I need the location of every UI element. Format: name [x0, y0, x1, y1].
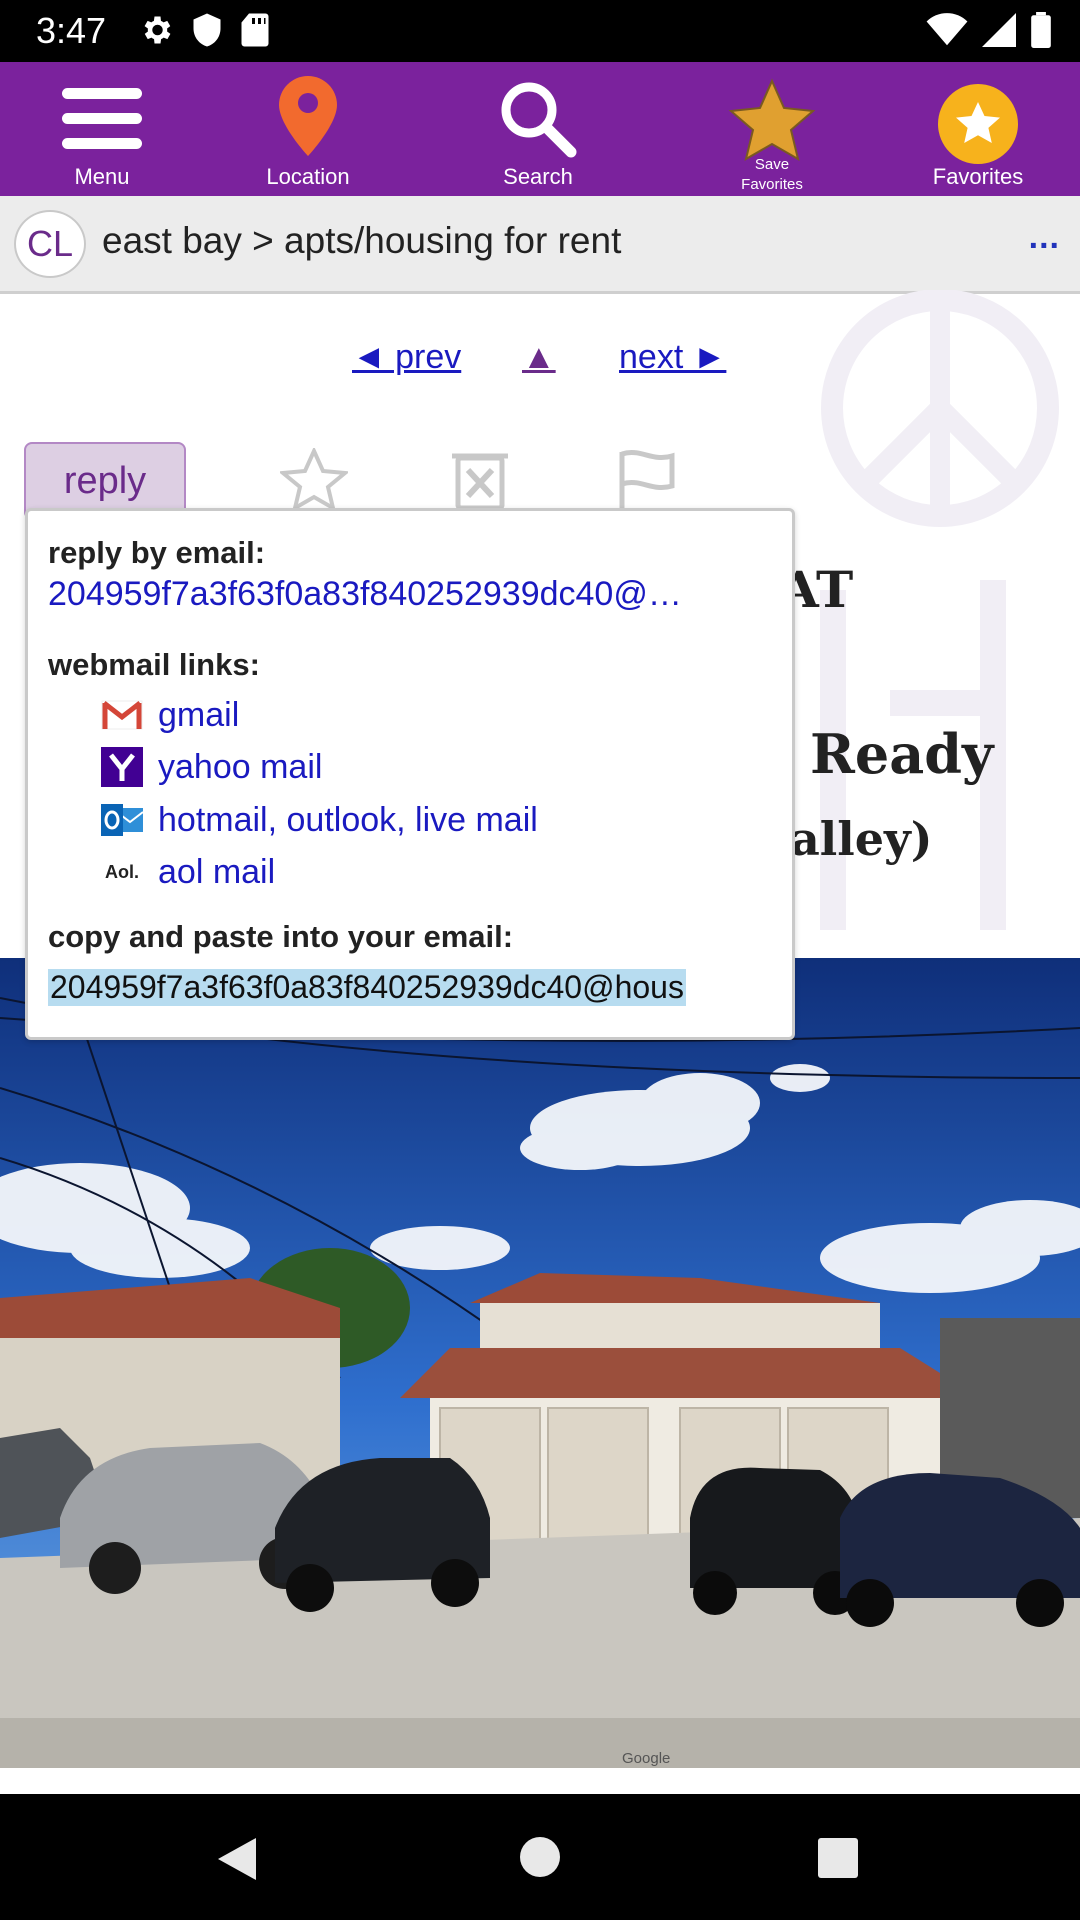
- location-pin-icon: [279, 76, 337, 161]
- back-icon[interactable]: [216, 1836, 258, 1887]
- reply-popup: reply by email: 204959f7a3f63f0a83f84025…: [25, 508, 795, 1040]
- gear-icon: [138, 12, 174, 53]
- more-options-button[interactable]: ...: [1029, 218, 1060, 257]
- save-favorites-button[interactable]: Save Favorites: [710, 62, 834, 196]
- menu-label: Menu: [74, 164, 130, 189]
- webmail-heading: webmail links:: [48, 647, 260, 682]
- aol-mail-label[interactable]: aol mail: [158, 853, 275, 892]
- prev-link[interactable]: ◄ prev: [352, 338, 461, 377]
- search-icon: [499, 80, 577, 163]
- yahoo-mail-label[interactable]: yahoo mail: [158, 748, 322, 787]
- copy-paste-heading: copy and paste into your email:: [48, 919, 514, 954]
- shield-icon: [192, 12, 222, 53]
- star-icon: [728, 78, 816, 167]
- wifi-icon: [926, 13, 968, 52]
- cell-signal-icon: [982, 13, 1016, 52]
- next-link[interactable]: next ►: [619, 338, 726, 377]
- post-title-fragment-2: Ready: [810, 722, 994, 786]
- battery-icon: [1030, 12, 1052, 53]
- reply-email-link[interactable]: 204959f7a3f63f0a83f840252939dc40@…: [48, 575, 682, 614]
- status-icons-left: [138, 12, 270, 53]
- menu-button[interactable]: Menu: [40, 62, 164, 196]
- recents-icon[interactable]: [818, 1838, 858, 1883]
- yahoo-mail-link[interactable]: yahoo mail: [100, 744, 322, 790]
- home-icon[interactable]: [519, 1836, 561, 1883]
- hamburger-icon: [62, 88, 142, 155]
- sd-card-icon: [240, 12, 270, 53]
- post-navigation: ◄ prev ▲ next ►: [0, 338, 1080, 388]
- save-favorites-label-line2: Favorites: [741, 176, 803, 193]
- listing-photo[interactable]: Google: [0, 958, 1080, 1768]
- reply-by-email-heading: reply by email:: [48, 535, 266, 570]
- system-navigation-bar: [0, 1794, 1080, 1920]
- favorites-button[interactable]: Favorites: [916, 62, 1040, 196]
- cl-home-badge[interactable]: CL: [14, 210, 86, 278]
- gmail-icon: [100, 695, 144, 735]
- aol-logo-text: Aol.: [105, 861, 139, 882]
- copy-email-field[interactable]: 204959f7a3f63f0a83f840252939dc40@hous: [48, 969, 686, 1006]
- top-toolbar: Menu Location Search Save Favorites Favo…: [0, 62, 1080, 196]
- hotmail-link[interactable]: hotmail, outlook, live mail: [100, 797, 538, 843]
- gmail-link[interactable]: gmail: [100, 692, 239, 738]
- favorites-label: Favorites: [932, 164, 1024, 189]
- search-button[interactable]: Search: [476, 62, 600, 196]
- flag-icon[interactable]: [618, 448, 676, 515]
- status-time: 3:47: [36, 10, 107, 51]
- gmail-label[interactable]: gmail: [158, 696, 239, 735]
- save-favorites-label-line1: Save: [754, 156, 790, 173]
- star-icon[interactable]: [277, 446, 351, 515]
- aol-icon: Aol.: [100, 852, 144, 892]
- search-label: Search: [503, 164, 573, 189]
- hotmail-label[interactable]: hotmail, outlook, live mail: [158, 801, 538, 840]
- breadcrumb-path[interactable]: east bay > apts/housing for rent: [102, 220, 621, 262]
- status-icons-right: [926, 12, 1052, 53]
- outlook-icon: [100, 800, 144, 840]
- location-label: Location: [266, 164, 350, 189]
- aol-mail-link[interactable]: Aol. aol mail: [100, 849, 275, 895]
- location-button[interactable]: Location: [246, 62, 370, 196]
- yahoo-icon: [100, 747, 144, 787]
- favorites-star-icon: [938, 84, 1018, 169]
- status-bar: 3:47: [0, 0, 1080, 62]
- google-watermark: Google: [622, 1750, 671, 1767]
- breadcrumb: CL east bay > apts/housing for rent ...: [0, 196, 1080, 294]
- up-link[interactable]: ▲: [522, 338, 556, 377]
- post-location-fragment: alley): [790, 812, 933, 866]
- trash-icon[interactable]: [450, 448, 510, 515]
